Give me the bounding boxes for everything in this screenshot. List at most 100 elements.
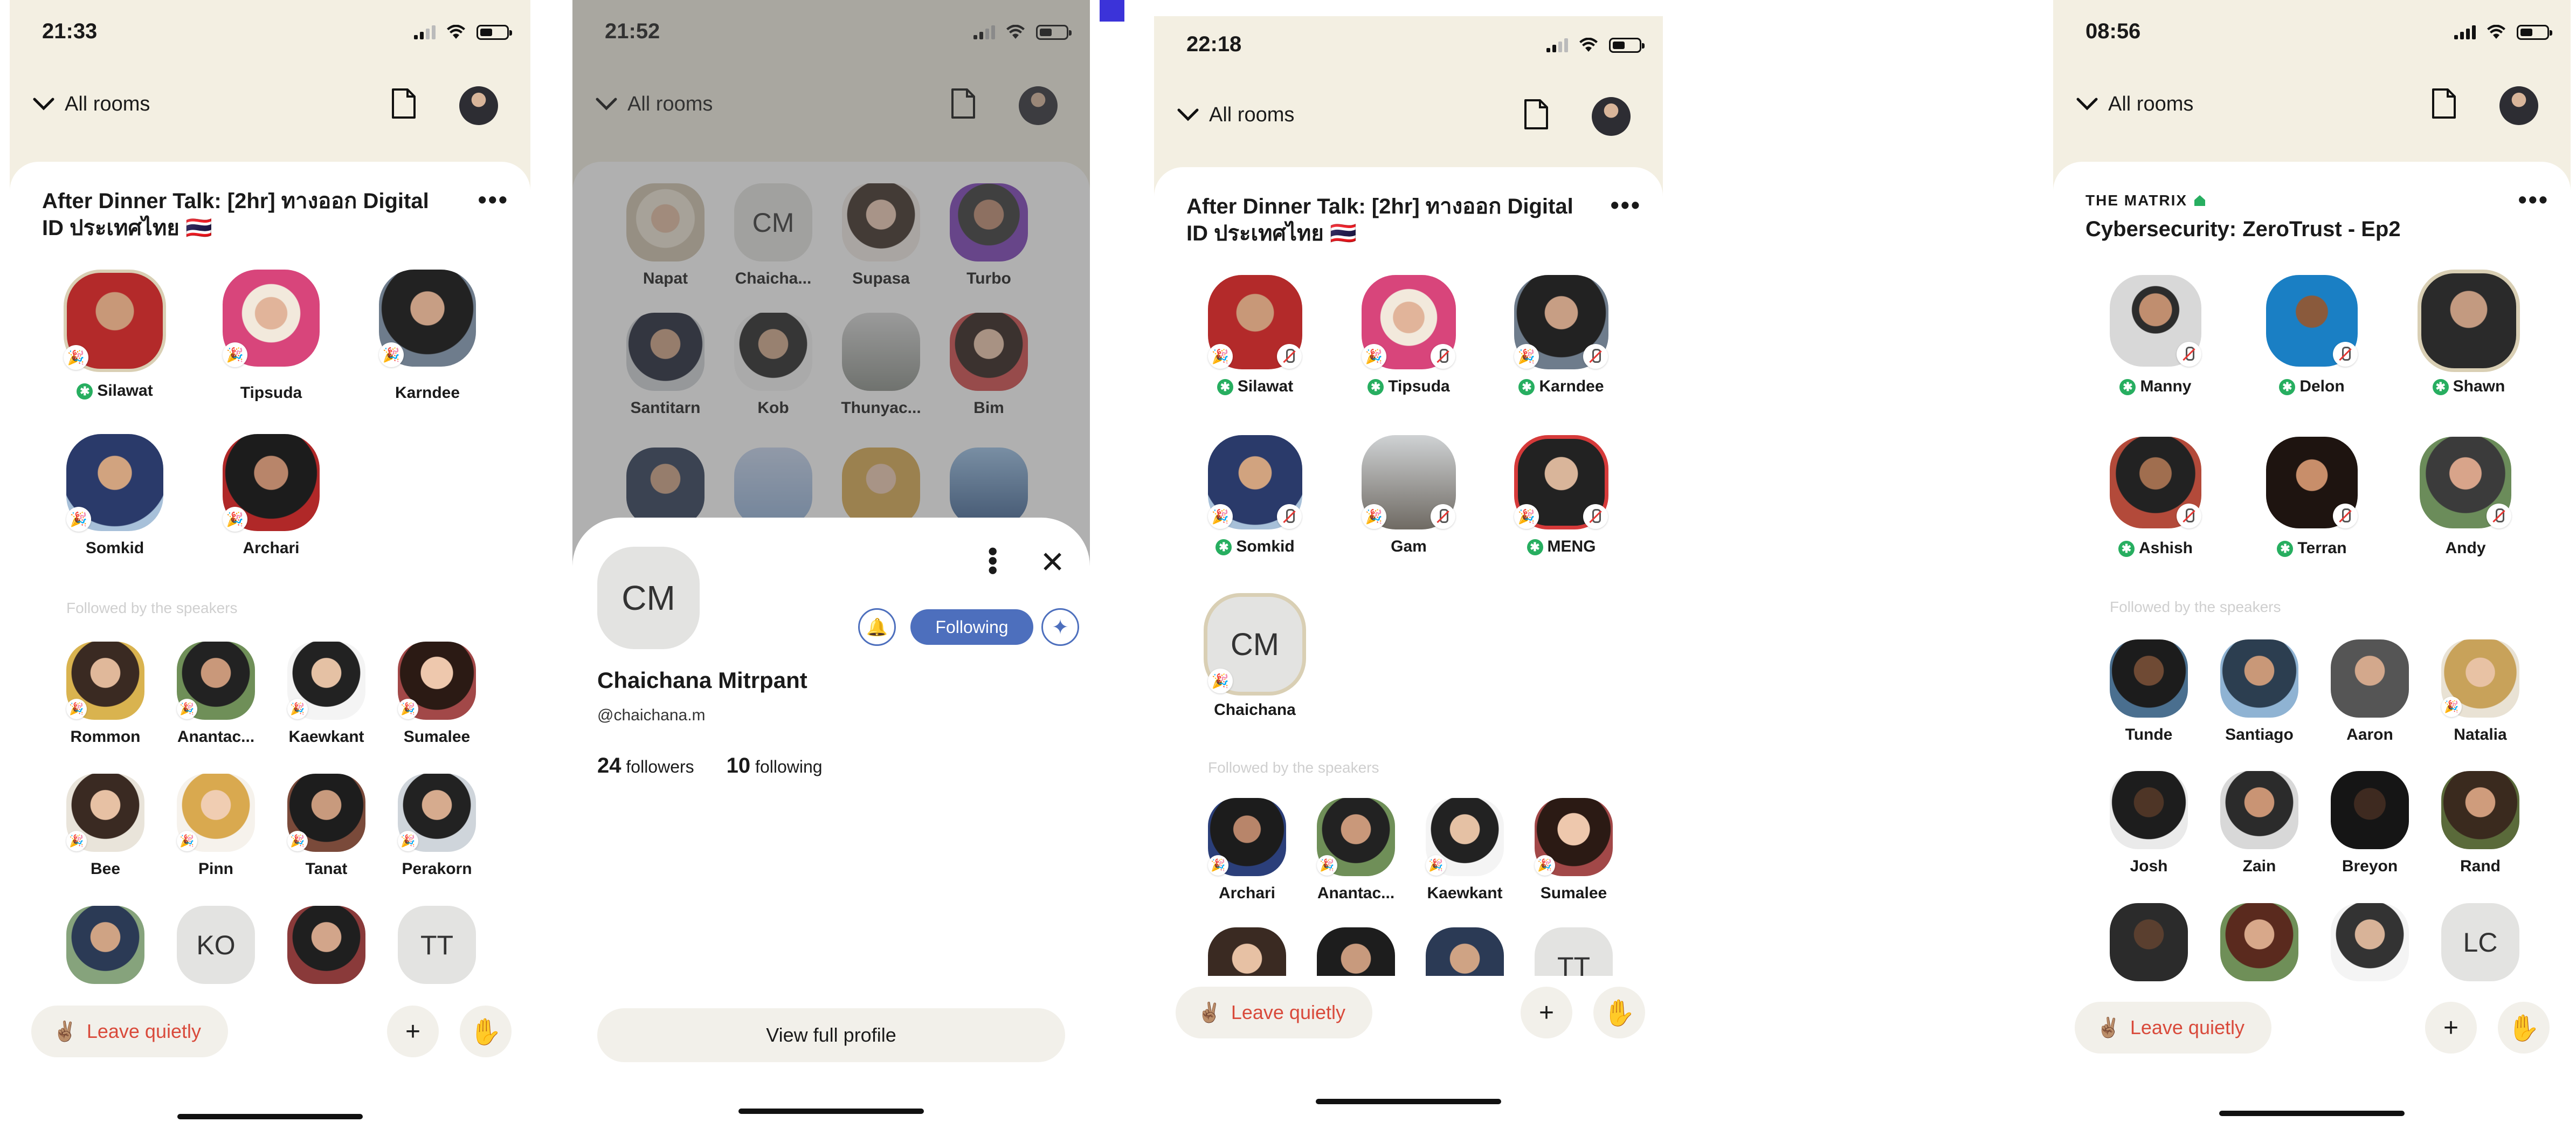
add-icon[interactable]: +: [387, 1006, 439, 1057]
raise-hand-icon[interactable]: ✋: [2498, 1002, 2550, 1054]
speaker-avatar[interactable]: 🎉 ✱ MENG: [1514, 435, 1608, 556]
add-icon[interactable]: +: [2425, 1002, 2477, 1054]
speaker-avatar[interactable]: 🎉 ✱ Silawat: [1208, 275, 1302, 396]
listener-avatar[interactable]: KO: [177, 906, 255, 984]
speaker-avatar[interactable]: 🎉 ✱ Tipsuda: [1362, 275, 1456, 396]
speaker-avatar[interactable]: 🎉 Karndee: [379, 270, 476, 402]
add-icon[interactable]: +: [1521, 987, 1572, 1038]
sheet-avatar[interactable]: CM: [597, 547, 700, 649]
party-icon: 🎉: [1514, 344, 1539, 369]
profile-avatar[interactable]: [1592, 97, 1631, 136]
document-icon[interactable]: [1523, 98, 1550, 130]
listener-avatar[interactable]: 🎉 Sumalee: [1535, 798, 1613, 902]
listener-avatar[interactable]: 🎉 Sumalee: [398, 642, 476, 746]
speaker-avatar[interactable]: 🎉 Archari: [223, 434, 320, 557]
bell-icon[interactable]: 🔔: [858, 608, 896, 646]
party-icon: 🎉: [223, 342, 247, 367]
party-icon: 🎉: [1362, 504, 1386, 529]
muted-mic-icon: [1431, 504, 1455, 529]
raise-hand-icon[interactable]: ✋: [1593, 987, 1645, 1038]
view-full-profile-button[interactable]: View full profile: [597, 1008, 1065, 1062]
following-stat[interactable]: 10 following: [727, 754, 823, 778]
club-label[interactable]: THE MATRIX: [2085, 192, 2207, 209]
raise-hand-icon[interactable]: ✋: [460, 1006, 512, 1057]
speaker-name: MENG: [1547, 538, 1596, 555]
document-icon[interactable]: [390, 87, 417, 120]
listener-avatar[interactable]: TT: [398, 906, 476, 984]
close-icon[interactable]: ✕: [1040, 545, 1065, 580]
leave-quietly-button[interactable]: ✌🏽 Leave quietly: [2075, 1002, 2271, 1054]
listener-avatar[interactable]: 🎉 Anantac...: [177, 642, 255, 746]
house-icon: [2194, 195, 2206, 206]
listener-avatar[interactable]: 🎉 Pinn: [177, 774, 255, 878]
followers-stat[interactable]: 24 followers: [597, 754, 694, 778]
listener-avatar[interactable]: 🎉 Perakorn: [398, 774, 476, 878]
all-rooms-button[interactable]: All rooms: [1176, 102, 1294, 127]
room-title: Cybersecurity: ZeroTrust - Ep2: [2085, 217, 2401, 241]
speaker-avatar[interactable]: 🎉 ✱ Silawat: [64, 270, 166, 400]
document-icon[interactable]: [2430, 87, 2457, 120]
listener-name: Natalia: [2454, 726, 2507, 744]
listener-avatar[interactable]: 🎉 Tanat: [287, 774, 365, 878]
speaker-avatar[interactable]: 🎉 ✱ Karndee: [1514, 275, 1608, 396]
moderator-icon: ✱: [1216, 539, 1232, 556]
listener-avatar[interactable]: LC: [2441, 903, 2519, 981]
battery-icon: [476, 25, 512, 40]
listener-avatar[interactable]: 🎉 Rommon: [66, 642, 144, 746]
modal-scrim[interactable]: [572, 0, 1090, 593]
more-options-icon[interactable]: •••: [1611, 192, 1641, 217]
club-name: THE MATRIX: [2085, 192, 2188, 209]
speaker-avatar[interactable]: Andy: [2420, 437, 2511, 557]
phone-room-1: 21:33 All rooms After Dinner Talk: [2hr]…: [10, 0, 530, 1122]
speaker-avatar[interactable]: ✱ Shawn: [2418, 270, 2520, 396]
speaker-avatar[interactable]: 🎉 Somkid: [66, 434, 163, 557]
listener-avatar[interactable]: 🎉 Natalia: [2441, 639, 2519, 744]
sparkle-add-icon[interactable]: ✦: [1041, 608, 1079, 646]
speaker-avatar[interactable]: CM 🎉 Chaichana: [1204, 593, 1306, 719]
more-options-icon[interactable]: •••: [478, 187, 509, 212]
listener-avatar[interactable]: [66, 906, 144, 984]
speaker-avatar[interactable]: ✱ Terran: [2266, 437, 2358, 557]
leave-quietly-button[interactable]: ✌🏽 Leave quietly: [31, 1006, 228, 1057]
profile-avatar[interactable]: [2499, 86, 2538, 125]
kebab-menu-icon[interactable]: •••: [978, 547, 1008, 575]
moderator-icon: ✱: [2277, 541, 2294, 557]
listener-avatar[interactable]: Rand: [2441, 771, 2519, 875]
speaker-avatar[interactable]: 🎉 ✱ Somkid: [1208, 435, 1302, 556]
listener-avatar[interactable]: [2220, 903, 2298, 981]
listener-avatar[interactable]: 🎉 Kaewkant: [287, 642, 365, 746]
listener-avatar[interactable]: Santiago: [2220, 639, 2298, 744]
leave-quietly-label: Leave quietly: [2130, 1016, 2244, 1038]
speaker-avatar[interactable]: 🎉 Gam: [1362, 435, 1456, 555]
party-icon: 🎉: [287, 699, 308, 719]
listener-avatar[interactable]: Zain: [2220, 771, 2298, 875]
phone-profile-sheet: 21:52 All rooms Napat CM Chaicha... Supas…: [572, 0, 1090, 1122]
listener-avatar[interactable]: [2331, 903, 2409, 981]
all-rooms-button[interactable]: All rooms: [31, 92, 150, 116]
listener-avatar[interactable]: 🎉 Anantac...: [1317, 798, 1395, 902]
speaker-avatar[interactable]: ✱ Manny: [2110, 275, 2201, 396]
listener-avatar[interactable]: [287, 906, 365, 984]
following-button[interactable]: Following: [910, 609, 1033, 645]
room-title: After Dinner Talk: [2hr] ทางออก Digital …: [1186, 195, 1573, 245]
profile-avatar[interactable]: [459, 86, 498, 125]
party-icon: 🎉: [1535, 855, 1555, 876]
listener-avatar[interactable]: 🎉 Kaewkant: [1426, 798, 1504, 902]
speaker-avatar[interactable]: ✱ Ashish: [2110, 437, 2201, 557]
all-rooms-button[interactable]: All rooms: [2075, 92, 2193, 116]
chevron-down-icon: [2076, 98, 2098, 111]
listener-avatar[interactable]: Aaron: [2331, 639, 2409, 744]
listener-avatar[interactable]: Breyon: [2331, 771, 2409, 875]
speaker-avatar[interactable]: 🎉 Tipsuda: [223, 270, 320, 402]
party-icon: 🎉: [2441, 697, 2462, 717]
profile-name: Chaichana Mitrpant: [597, 667, 807, 693]
listener-avatar[interactable]: 🎉 Archari: [1208, 798, 1286, 902]
listener-avatar[interactable]: [2110, 903, 2188, 981]
listener-avatar[interactable]: Tunde: [2110, 639, 2188, 744]
leave-quietly-button[interactable]: ✌🏽 Leave quietly: [1176, 987, 1372, 1038]
speaker-avatar[interactable]: ✱ Delon: [2266, 275, 2358, 396]
more-options-icon[interactable]: •••: [2518, 187, 2549, 212]
listener-avatar[interactable]: Josh: [2110, 771, 2188, 875]
listener-avatar[interactable]: 🎉 Bee: [66, 774, 144, 878]
party-icon: 🎉: [379, 342, 404, 367]
